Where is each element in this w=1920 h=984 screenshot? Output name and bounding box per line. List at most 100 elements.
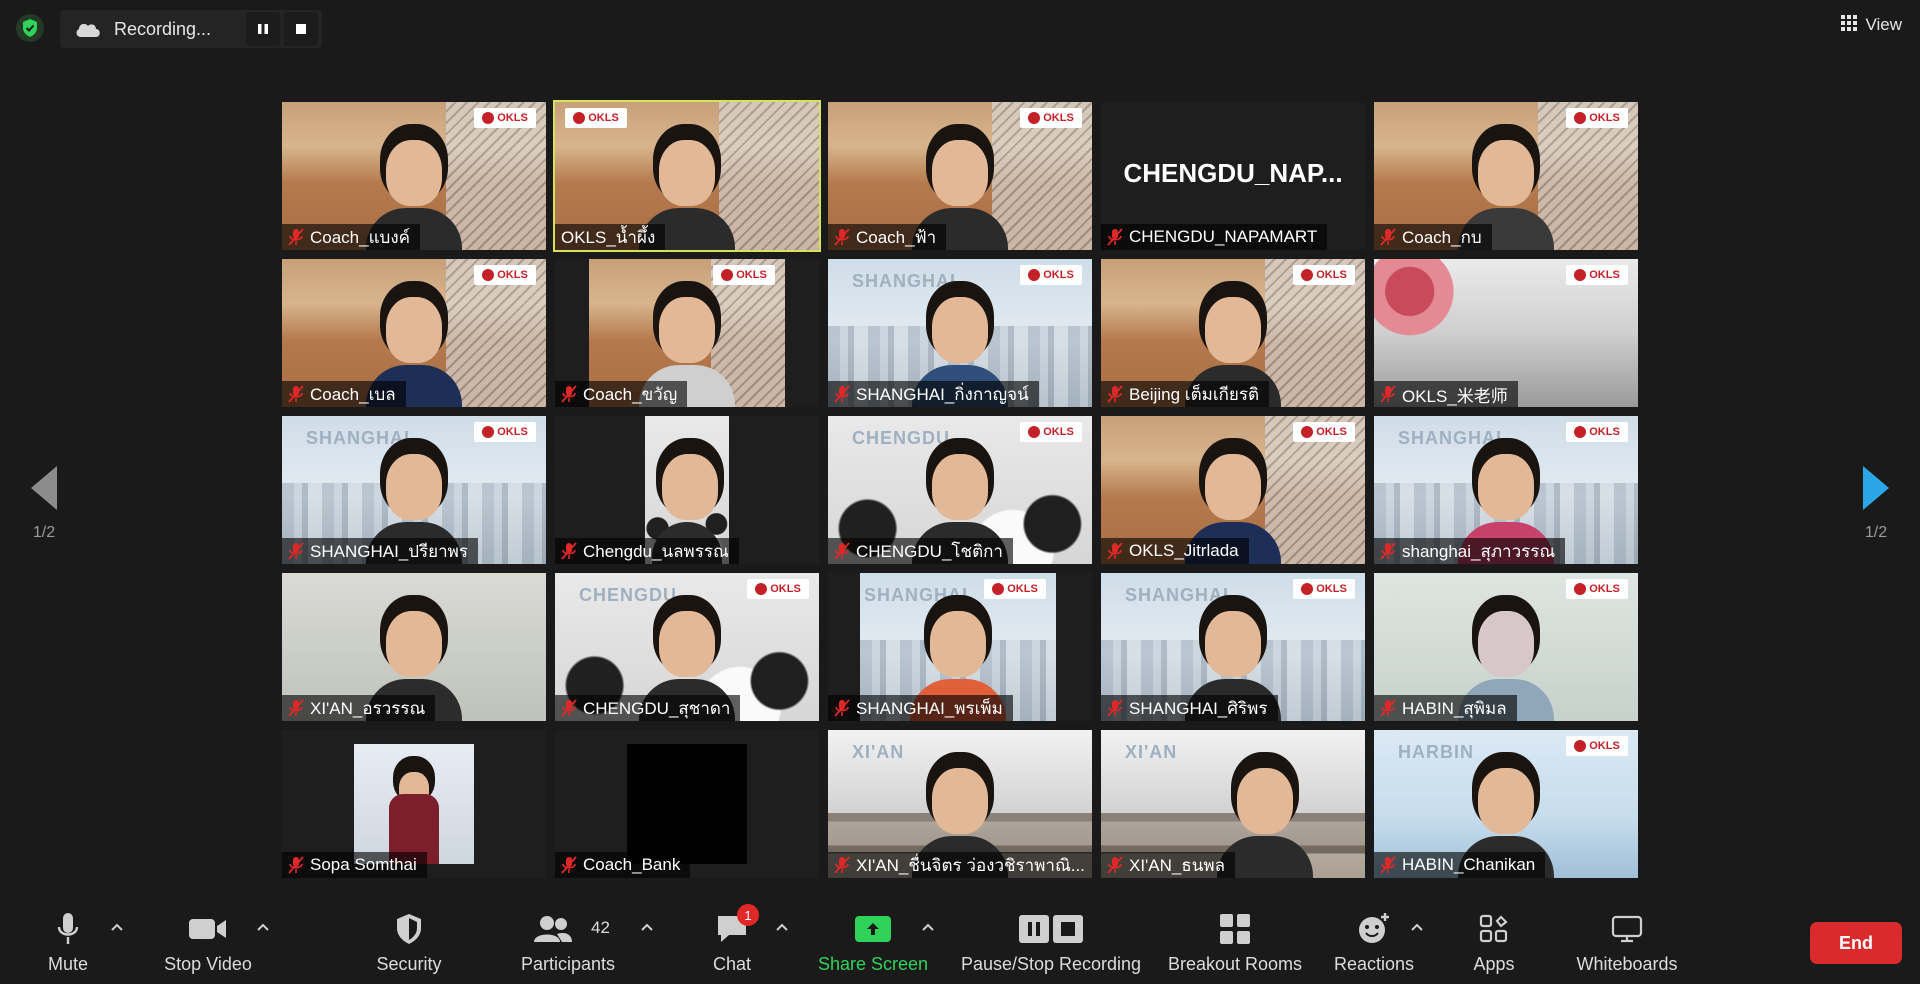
- okls-logo: OKLS: [1293, 422, 1355, 442]
- next-page-button[interactable]: 1/2: [1846, 466, 1906, 542]
- participant-name-tag: XI'AN_ชื่นจิตร ว่องวชิราพาณิ...: [828, 852, 1092, 878]
- video-tile-active-speaker[interactable]: OKLS OKLS_น้ำผึ้ง: [553, 100, 821, 252]
- video-tile[interactable]: OKLS Coach_ฟ้า: [828, 102, 1092, 250]
- mic-muted-icon: [1107, 385, 1123, 403]
- participants-icon: 42: [513, 908, 623, 950]
- video-tile[interactable]: Coach_Bank: [555, 730, 819, 878]
- mic-muted-icon: [834, 385, 850, 403]
- share-screen-icon: [855, 908, 891, 950]
- arrow-left-icon: [31, 466, 57, 510]
- okls-logo: OKLS: [1566, 108, 1628, 128]
- view-button[interactable]: View: [1841, 12, 1902, 38]
- mic-muted-icon: [288, 228, 304, 246]
- mic-muted-icon: [561, 542, 577, 560]
- video-tile[interactable]: OKLS HABIN_สุพิมล: [1374, 573, 1638, 721]
- okls-logo: OKLS: [565, 108, 627, 128]
- arrow-right-icon: [1863, 466, 1889, 510]
- end-meeting-button[interactable]: End: [1810, 922, 1902, 964]
- mic-muted-icon: [1107, 856, 1123, 874]
- pause-stop-recording-button[interactable]: Pause/Stop Recording: [956, 908, 1146, 980]
- video-camera-icon: [188, 908, 228, 950]
- participant-name-tag: OKLS_น้ำผึ้ง: [555, 224, 666, 250]
- okls-logo: OKLS: [1020, 265, 1082, 285]
- participant-name-tag: OKLS_Jitrlada: [1101, 538, 1249, 564]
- share-screen-button[interactable]: Share Screen: [814, 908, 932, 980]
- page-indicator-right: 1/2: [1864, 524, 1888, 541]
- video-tile[interactable]: HARBIN OKLS HABIN_Chanikan: [1374, 730, 1638, 878]
- security-button[interactable]: Security: [369, 908, 449, 980]
- mic-muted-icon: [1107, 699, 1123, 717]
- participant-name-tag: Coach_ฟ้า: [828, 224, 947, 250]
- okls-logo: OKLS: [1020, 108, 1082, 128]
- recording-indicator: Recording...: [60, 10, 322, 48]
- participant-name-tag: SHANGHAI_พรเพ็ม: [828, 695, 1013, 721]
- mic-muted-icon: [834, 542, 850, 560]
- chat-options-caret[interactable]: [773, 918, 791, 936]
- audio-options-caret[interactable]: [108, 918, 126, 936]
- okls-logo: OKLS: [474, 265, 536, 285]
- whiteboards-button[interactable]: Whiteboards: [1562, 908, 1692, 980]
- chat-bubble-icon: 1: [715, 904, 759, 950]
- video-tile[interactable]: Chengdu_นลพรรณ: [555, 416, 819, 564]
- video-tile[interactable]: OKLS OKLS_Jitrlada: [1101, 416, 1365, 564]
- video-tile[interactable]: SHANGHAI OKLS SHANGHAI_ศิริพร: [1101, 573, 1365, 721]
- cloud-recording-icon: [74, 19, 102, 39]
- mute-button[interactable]: Mute: [38, 908, 98, 980]
- video-tile[interactable]: XI'AN XI'AN_ชื่นจิตร ว่องวชิราพาณิ...: [828, 730, 1092, 878]
- smiley-face-icon: [1357, 908, 1391, 950]
- participant-name-tag: CHENGDU_NAPAMART: [1101, 224, 1328, 250]
- breakout-rooms-button[interactable]: Breakout Rooms: [1160, 908, 1310, 980]
- view-label: View: [1865, 15, 1902, 34]
- chat-button[interactable]: 1 Chat: [702, 904, 762, 980]
- pause-recording-button[interactable]: [246, 12, 280, 46]
- participant-name-tag: XI'AN_ธนพล: [1101, 852, 1235, 878]
- share-options-caret[interactable]: [919, 918, 937, 936]
- participant-name-tag: Coach_กบ: [1374, 224, 1492, 250]
- video-tile[interactable]: OKLS Coach_เบล: [282, 259, 546, 407]
- video-tile[interactable]: Sopa Somthai: [282, 730, 546, 878]
- apps-button[interactable]: Apps: [1464, 908, 1524, 980]
- stop-recording-button[interactable]: [284, 12, 318, 46]
- previous-page-button[interactable]: 1/2: [14, 466, 74, 542]
- recording-label: Recording...: [114, 18, 212, 39]
- video-tile[interactable]: SHANGHAI OKLS SHANGHAI_ปรียาพร: [282, 416, 546, 564]
- mic-muted-icon: [288, 699, 304, 717]
- participant-name-tag: shanghai_สุภาวรรณ: [1374, 538, 1566, 564]
- participant-name-tag: CHENGDU_สุชาดา: [555, 695, 741, 721]
- video-tile[interactable]: OKLS Beijing เต็มเกียรติ: [1101, 259, 1365, 407]
- security-shield-icon[interactable]: [16, 14, 44, 42]
- participant-name-tag: HABIN_สุพิมล: [1374, 695, 1517, 721]
- participant-name-tag: Coach_ขวัญ: [555, 381, 688, 407]
- gallery-grid: OKLS Coach_แบงค์ OKLS OKLS_น้ำผึ้ง OKLS …: [282, 100, 1638, 878]
- video-tile[interactable]: XI'AN XI'AN_ธนพล: [1101, 730, 1365, 878]
- video-tile[interactable]: OKLS Coach_ขวัญ: [555, 259, 819, 407]
- video-tile[interactable]: OKLS OKLS_米老师: [1374, 259, 1638, 407]
- participant-name-tag: SHANGHAI_ศิริพร: [1101, 695, 1278, 721]
- reactions-options-caret[interactable]: [1408, 918, 1426, 936]
- mic-muted-icon: [1107, 542, 1123, 560]
- video-tile[interactable]: OKLS Coach_แบงค์: [282, 102, 546, 250]
- video-tile[interactable]: CHENGDU OKLS CHENGDU_โชติกา: [828, 416, 1092, 564]
- mic-muted-icon: [1380, 228, 1396, 246]
- stop-video-button[interactable]: Stop Video: [158, 908, 258, 980]
- grid-view-icon: [1841, 14, 1858, 36]
- video-tile[interactable]: SHANGHAI OKLS shanghai_สุภาวรรณ: [1374, 416, 1638, 564]
- participants-button[interactable]: 42 Participants: [513, 908, 623, 980]
- mic-muted-icon: [288, 542, 304, 560]
- video-tile[interactable]: SHANGHAI OKLS SHANGHAI_กิ่งกาญจน์: [828, 259, 1092, 407]
- background-city-label: XI'AN: [1125, 742, 1178, 762]
- video-tile[interactable]: CHENGDU OKLS CHENGDU_สุชาดา: [555, 573, 819, 721]
- video-tile[interactable]: XI'AN_อรวรรณ: [282, 573, 546, 721]
- video-tile[interactable]: OKLS Coach_กบ: [1374, 102, 1638, 250]
- video-options-caret[interactable]: [254, 918, 272, 936]
- video-tile[interactable]: SHANGHAI OKLS SHANGHAI_พรเพ็ม: [828, 573, 1092, 721]
- video-tile-camera-off[interactable]: CHENGDU_NAP... CHENGDU_NAPAMART: [1101, 102, 1365, 250]
- okls-logo: OKLS: [1566, 579, 1628, 599]
- breakout-rooms-icon: [1219, 908, 1251, 950]
- mic-muted-icon: [1380, 699, 1396, 717]
- participant-name-tag: Coach_Bank: [555, 852, 691, 878]
- mic-muted-icon: [561, 856, 577, 874]
- participants-options-caret[interactable]: [638, 918, 656, 936]
- reactions-button[interactable]: Reactions: [1328, 908, 1420, 980]
- okls-logo: OKLS: [1293, 579, 1355, 599]
